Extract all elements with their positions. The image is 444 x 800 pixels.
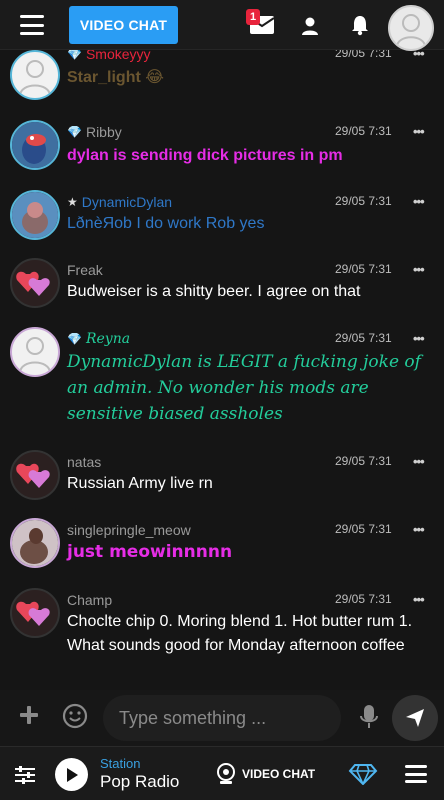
username[interactable]: 💎 Reyna bbox=[67, 331, 130, 347]
unread-badge: 1 bbox=[246, 9, 260, 25]
username-text: DynamicDylan bbox=[81, 194, 173, 210]
top-bar: VIDEO CHAT 1 bbox=[0, 0, 444, 51]
timestamp: 29/05 7:31 bbox=[335, 194, 392, 208]
timestamp: 29/05 7:31 bbox=[335, 50, 392, 60]
timestamp: 29/05 7:31 bbox=[335, 592, 392, 606]
radio-player-bar: Station Pop Radio VIDEO CHAT bbox=[0, 746, 444, 800]
more-options-icon[interactable]: ••• bbox=[413, 331, 425, 346]
chat-message: natas 29/05 7:31 ••• Russian Army live r… bbox=[0, 450, 444, 516]
username-text: Ribby bbox=[85, 124, 122, 140]
diamond-icon[interactable] bbox=[348, 763, 378, 785]
message-text: DynamicDylan is LEGIT a fucking joke of … bbox=[67, 352, 421, 424]
default-user-icon bbox=[396, 14, 426, 48]
play-icon bbox=[66, 767, 78, 782]
star-icon: ★ bbox=[67, 195, 78, 209]
plus-icon[interactable] bbox=[18, 704, 40, 726]
user-avatar[interactable] bbox=[10, 327, 60, 377]
chat-message-list[interactable]: 💎 Smokeyyy 29/05 7:31 ••• Star_light 😂 💎… bbox=[0, 50, 444, 690]
message-text: dylan is sending dick pictures in pm bbox=[67, 147, 343, 164]
more-options-icon[interactable]: ••• bbox=[413, 454, 425, 469]
user-avatar[interactable] bbox=[10, 190, 60, 240]
diamond-icon: 💎 bbox=[67, 50, 82, 61]
sliders-icon[interactable] bbox=[14, 765, 36, 785]
username[interactable]: 💎 Smokeyyy bbox=[67, 50, 151, 62]
hearts-icon bbox=[16, 601, 50, 626]
webcam-icon[interactable] bbox=[216, 763, 236, 785]
user-icon[interactable] bbox=[300, 16, 320, 36]
diamond-icon: 💎 bbox=[67, 125, 82, 139]
character-photo-icon bbox=[12, 192, 58, 238]
more-options-icon[interactable]: ••• bbox=[413, 50, 425, 61]
message-composer: Type something ... bbox=[0, 690, 444, 746]
play-button[interactable] bbox=[55, 758, 88, 791]
user-avatar[interactable] bbox=[10, 450, 60, 500]
username[interactable]: ★ DynamicDylan bbox=[67, 194, 172, 210]
username[interactable]: 💎 Ribby bbox=[67, 124, 122, 140]
person-photo-icon bbox=[12, 520, 58, 566]
chat-message: Freak 29/05 7:31 ••• Budweiser is a shit… bbox=[0, 258, 444, 328]
private-messages-button[interactable]: 1 bbox=[246, 9, 276, 38]
hamburger-menu-icon[interactable] bbox=[405, 765, 427, 783]
hamburger-menu-icon[interactable] bbox=[20, 15, 44, 35]
user-avatar[interactable] bbox=[10, 588, 60, 638]
hearts-icon bbox=[16, 463, 50, 488]
send-icon bbox=[406, 709, 424, 727]
chat-message: Champ 29/05 7:31 ••• Choclte chip 0. Mor… bbox=[0, 588, 444, 688]
chat-message: 💎 Smokeyyy 29/05 7:31 ••• Star_light 😂 bbox=[0, 50, 444, 102]
message-text: Russian Army live rn bbox=[67, 475, 213, 492]
user-avatar[interactable] bbox=[10, 258, 60, 308]
profile-avatar[interactable] bbox=[388, 5, 434, 51]
username[interactable]: Champ bbox=[67, 592, 112, 608]
hearts-icon bbox=[16, 271, 50, 296]
default-user-icon bbox=[19, 337, 51, 374]
emoji-icon[interactable] bbox=[62, 703, 88, 729]
more-options-icon[interactable]: ••• bbox=[413, 124, 425, 139]
chat-message: singlepringle_meow 29/05 7:31 ••• just m… bbox=[0, 518, 444, 588]
send-button[interactable] bbox=[392, 695, 438, 741]
timestamp: 29/05 7:31 bbox=[335, 331, 392, 345]
username[interactable]: singlepringle_meow bbox=[67, 522, 191, 538]
username-text: Freak bbox=[67, 262, 103, 278]
chat-message: 💎 Reyna 29/05 7:31 ••• DynamicDylan is L… bbox=[0, 327, 444, 447]
timestamp: 29/05 7:31 bbox=[335, 454, 392, 468]
more-options-icon[interactable]: ••• bbox=[413, 262, 425, 277]
default-user-icon bbox=[19, 60, 51, 97]
message-text: just meowinnnnn bbox=[67, 542, 233, 562]
video-chat-button[interactable]: VIDEO CHAT bbox=[69, 6, 178, 44]
video-chat-link[interactable]: VIDEO CHAT bbox=[242, 767, 315, 781]
chat-message: 💎 Ribby 29/05 7:31 ••• dylan is sending … bbox=[0, 120, 444, 190]
more-options-icon[interactable]: ••• bbox=[413, 522, 425, 537]
bell-icon[interactable] bbox=[349, 14, 371, 36]
message-text: Star_light 😂 bbox=[67, 69, 164, 86]
timestamp: 29/05 7:31 bbox=[335, 522, 392, 536]
username-text: natas bbox=[67, 454, 102, 470]
user-avatar[interactable] bbox=[10, 120, 60, 170]
station-label: Station bbox=[100, 756, 141, 771]
message-text: LðnèЯob I do work Rob yes bbox=[67, 215, 265, 232]
username-text: Champ bbox=[67, 592, 113, 608]
station-name: Pop Radio bbox=[100, 772, 180, 791]
diamond-icon: 💎 bbox=[67, 332, 82, 346]
message-input[interactable]: Type something ... bbox=[103, 695, 341, 741]
message-text: Choclte chip 0. Moring blend 1. Hot butt… bbox=[67, 613, 413, 654]
user-avatar[interactable] bbox=[10, 50, 60, 100]
bird-photo-icon bbox=[12, 122, 58, 168]
timestamp: 29/05 7:31 bbox=[335, 124, 392, 138]
microphone-icon[interactable] bbox=[358, 703, 380, 731]
chat-message: ★ DynamicDylan 29/05 7:31 ••• LðnèЯob I … bbox=[0, 190, 444, 260]
timestamp: 29/05 7:31 bbox=[335, 262, 392, 276]
username-text: Reyna bbox=[85, 331, 131, 347]
username[interactable]: natas bbox=[67, 454, 101, 470]
username[interactable]: Freak bbox=[67, 262, 103, 278]
more-options-icon[interactable]: ••• bbox=[413, 194, 425, 209]
message-text: Budweiser is a shitty beer. I agree on t… bbox=[67, 283, 361, 300]
user-avatar[interactable] bbox=[10, 518, 60, 568]
username-text: singlepringle_meow bbox=[67, 522, 191, 538]
more-options-icon[interactable]: ••• bbox=[413, 592, 425, 607]
username-text: Smokeyyy bbox=[85, 50, 151, 62]
